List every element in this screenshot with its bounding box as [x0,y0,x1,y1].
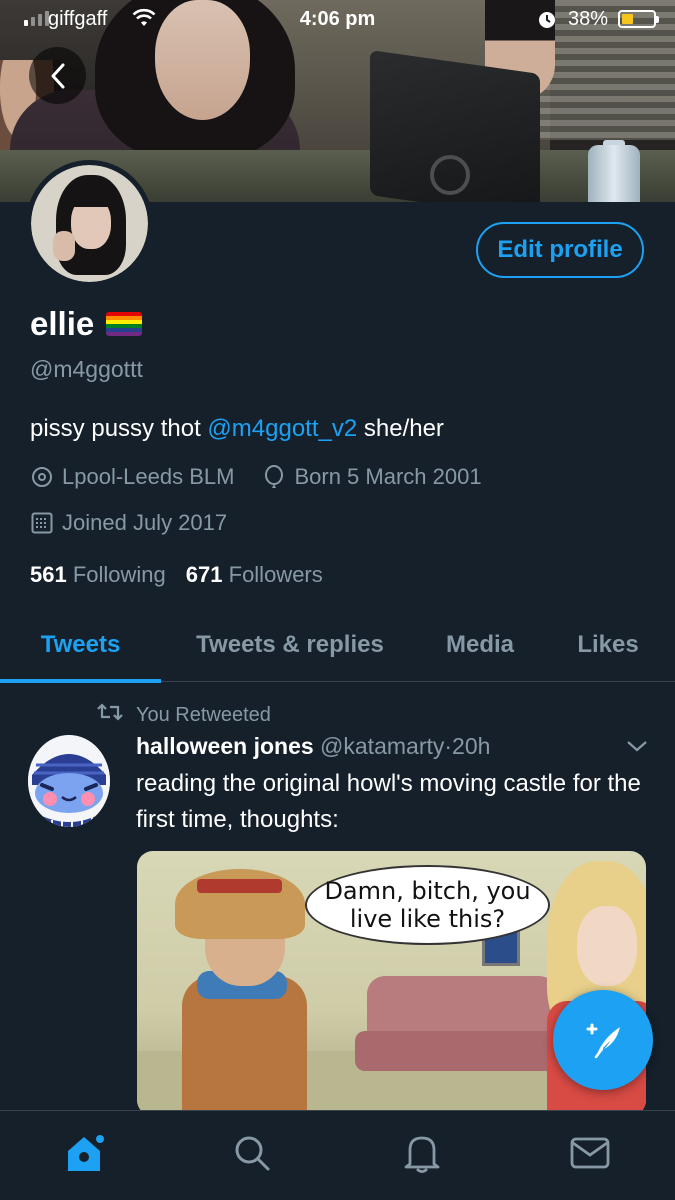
nav-search[interactable] [228,1129,276,1177]
balloon-icon [262,465,286,489]
chevron-down-icon [627,741,647,752]
tab-tweets[interactable]: Tweets [0,608,161,683]
profile-joined: Joined July 2017 [62,510,228,535]
profile-joined-row: Joined July 2017 [30,510,227,536]
header-bottle [588,145,640,202]
compose-feather-icon [586,1023,620,1059]
display-name-text: ellie [30,305,95,342]
calendar-icon [30,511,54,535]
profile-handle: @m4ggottt [30,356,143,382]
followers-label: Followers [228,562,323,587]
speech-bubble-line-2: live like this? [349,905,506,933]
display-name: ellie [30,305,143,343]
tab-likes[interactable]: Likes [541,608,675,682]
status-bar: giffgaff 4:06 pm 38% [0,0,675,38]
header-laptop-logo [430,155,470,195]
tweet-author-handle[interactable]: @katamarty [320,733,444,759]
edit-profile-button[interactable]: Edit profile [476,222,644,278]
bio-text: pissy pussy thot [30,415,208,442]
nav-messages[interactable] [566,1129,614,1177]
location-icon [30,465,54,489]
tweet-author-avatar[interactable] [28,735,110,827]
profile-tabs: Tweets Tweets & replies Media Likes [0,608,675,683]
alarm-icon [536,8,558,36]
speech-bubble-line-1: Damn, bitch, you [324,877,531,905]
rainbow-flag-icon [106,312,143,336]
image-hat-band [197,879,282,893]
speech-bubble: Damn, bitch, you live like this? [305,865,550,945]
home-icon [68,1135,104,1171]
image-howl-face [577,906,637,986]
search-icon [235,1136,270,1171]
cat-avatar-illustration [28,735,110,827]
battery-icon [618,10,659,28]
retweet-indicator: You Retweeted [96,702,271,728]
followers-count: 671 [185,562,223,587]
profile-birthday: Born 5 March 2001 [294,464,482,489]
tweet-text: reading the original howl's moving castl… [136,770,641,833]
profile-location: Lpool-Leeds BLM [62,464,235,489]
followers-link[interactable]: 671 Followers [186,562,323,588]
compose-tweet-button[interactable] [553,990,653,1090]
tweet-time: 20h [452,733,491,759]
follow-stats: 561 Following 671 Followers [30,562,323,588]
following-link[interactable]: 561 Following [30,562,166,588]
notifications-icon [404,1136,440,1173]
back-button[interactable] [29,47,86,104]
retweet-icon [96,702,124,728]
battery-percent: 38% [568,8,609,30]
bio-suffix: she/her [357,415,444,442]
tweet-author-name[interactable]: halloween jones [136,733,314,759]
profile-bio: pissy pussy thot @m4ggott_v2 she/her [30,415,444,443]
bio-mention-link[interactable]: @m4ggott_v2 [207,415,357,442]
nav-notifications[interactable] [398,1129,446,1177]
tweet-menu-button[interactable] [625,738,649,759]
tweet-separator: · [444,733,453,759]
profile-avatar[interactable] [26,160,153,287]
nav-home[interactable] [60,1129,108,1177]
profile-meta-row: Lpool-Leeds BLM Born 5 March 2001 [30,464,482,490]
tab-tweets-and-replies[interactable]: Tweets & replies [161,608,419,682]
following-count: 561 [30,562,67,587]
messages-icon [570,1137,610,1169]
following-label: Following [72,562,166,587]
bottom-navigation [0,1110,675,1200]
retweet-label: You Retweeted [136,703,271,726]
tweet-header: halloween jones @katamarty·20h [136,733,490,760]
chevron-left-icon [51,63,64,88]
image-couch-seat [355,1031,569,1071]
tab-media[interactable]: Media [419,608,541,682]
